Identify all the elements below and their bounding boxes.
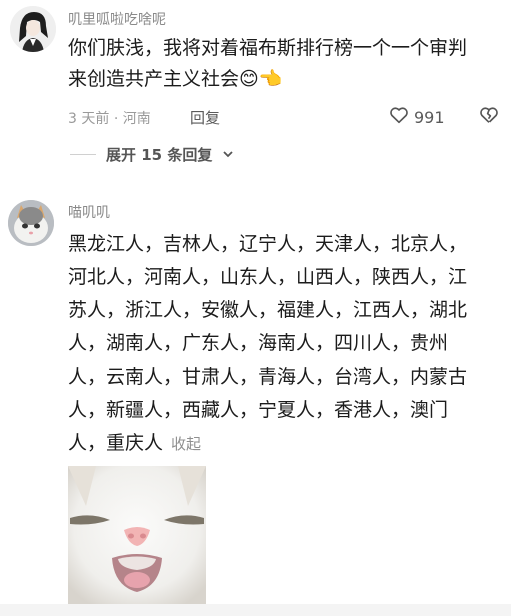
- like-count: 991: [414, 107, 445, 127]
- comment-location: 河南: [122, 111, 151, 127]
- bottom-bar: [0, 604, 511, 616]
- like-button[interactable]: 991: [388, 104, 445, 130]
- collapse-button[interactable]: 收起: [171, 435, 201, 453]
- broken-heart-icon: [478, 104, 500, 130]
- comment-text-line: 人，湖南人，广东人，海南人，四川人，贵州: [68, 332, 449, 354]
- comment-text-line: 人，重庆人 收起: [68, 428, 201, 460]
- heart-icon: [388, 104, 410, 130]
- comment-text-line: 人，新疆人，西藏人，宁夏人，香港人，澳门: [68, 399, 449, 421]
- chevron-down-icon: [222, 146, 234, 164]
- comment-meta: 3 天前 · 河南: [68, 108, 151, 128]
- comment-text-line: 人，云南人，甘肃人，青海人，台湾人，内蒙古: [68, 366, 468, 388]
- divider: [70, 154, 96, 155]
- reply-button[interactable]: 回复: [190, 107, 220, 128]
- meta-separator: ·: [113, 111, 119, 127]
- expand-replies-button[interactable]: 展开 15 条回复: [70, 144, 234, 165]
- comment-text-line: 你们肤浅，我将对着福布斯排行榜一个一个审判: [68, 37, 468, 59]
- comment-text-last: 人，重庆人: [68, 432, 164, 454]
- comment-username[interactable]: 叽里呱啦吃啥呢: [68, 9, 166, 29]
- comment-text-line: 来创造共产主义社会😊👈: [68, 68, 283, 90]
- comment-time: 3 天前: [68, 111, 110, 127]
- comment-text-line: 河北人，河南人，山东人，山西人，陕西人，江: [68, 266, 468, 288]
- comment-username[interactable]: 喵叽叽: [68, 202, 110, 222]
- comment-text-line: 黑龙江人，吉林人，辽宁人，天津人，北京人，: [68, 233, 468, 255]
- avatar[interactable]: [8, 200, 54, 246]
- avatar[interactable]: [10, 6, 56, 52]
- dislike-button[interactable]: [478, 104, 500, 130]
- cat-image[interactable]: [68, 466, 206, 604]
- comment-text-line: 苏人，浙江人，安徽人，福建人，江西人，湖北: [68, 299, 468, 321]
- expand-replies-label: 展开 15 条回复: [106, 146, 213, 164]
